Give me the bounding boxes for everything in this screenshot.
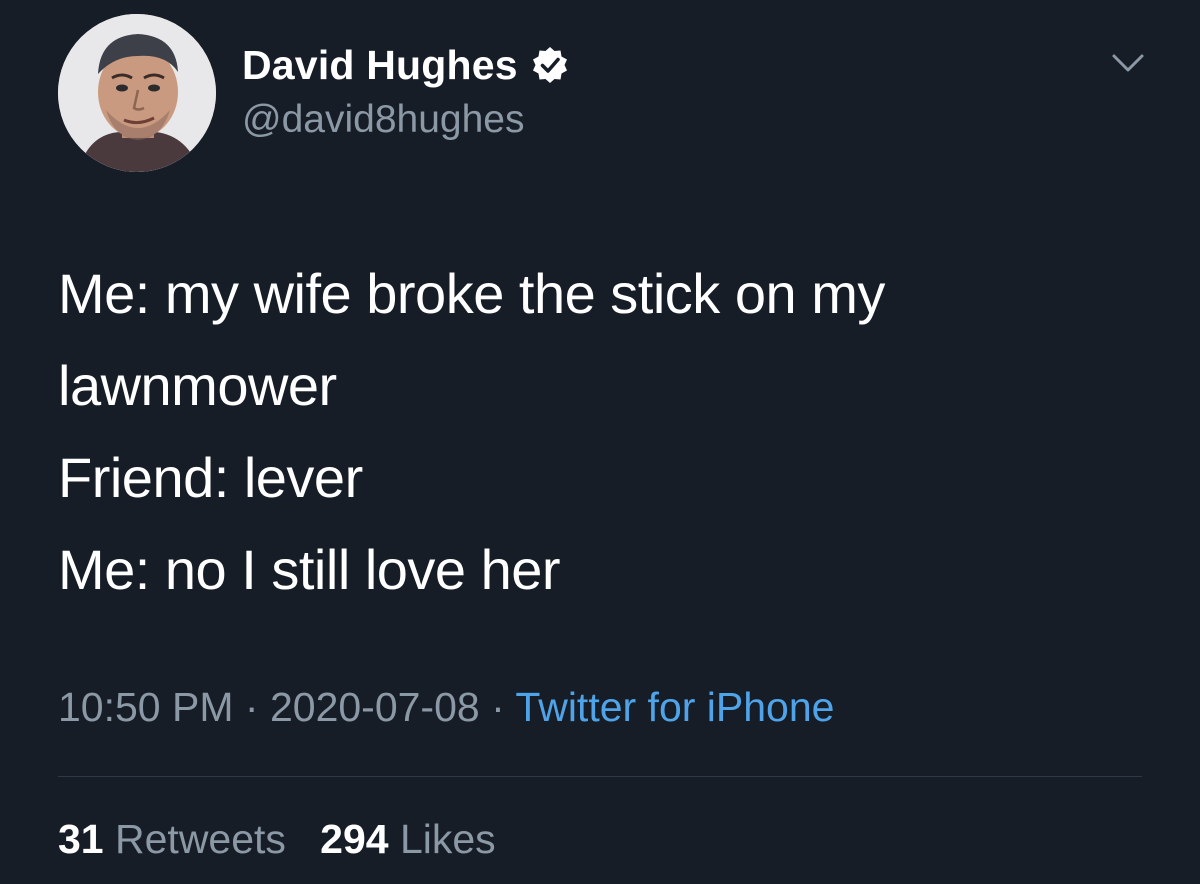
tweet-text: Me: my wife broke the stick on my lawnmo… <box>58 248 1158 616</box>
meta-separator: · <box>244 684 259 730</box>
tweet-text-line: Friend: lever <box>58 446 363 509</box>
tweet-card: David Hughes @david8hughes Me: my wife b… <box>0 0 1200 884</box>
author-avatar[interactable] <box>58 14 216 172</box>
retweets-stat[interactable]: 31 Retweets <box>58 816 297 862</box>
divider <box>58 776 1142 777</box>
chevron-down-icon[interactable] <box>1110 50 1146 76</box>
author-name-row[interactable]: David Hughes <box>242 40 570 90</box>
tweet-meta: 10:50 PM · 2020-07-08 · Twitter for iPho… <box>58 684 834 731</box>
avatar-photo <box>58 14 216 172</box>
author-handle[interactable]: @david8hughes <box>242 98 524 142</box>
verified-badge-icon <box>532 47 567 83</box>
likes-count: 294 <box>320 816 389 862</box>
tweet-time[interactable]: 10:50 PM <box>58 684 234 730</box>
author-display-name[interactable]: David Hughes <box>242 42 518 89</box>
tweet-text-line: Me: my wife broke the stick on my <box>58 262 885 325</box>
likes-stat[interactable]: 294 Likes <box>320 816 496 862</box>
tweet-text-line: Me: no I still love her <box>58 538 561 601</box>
tweet-stats: 31 Retweets 294 Likes <box>58 816 496 863</box>
tweet-text-line: lawnmower <box>58 354 337 417</box>
tweet-date[interactable]: 2020-07-08 <box>270 684 480 730</box>
retweets-count: 31 <box>58 816 104 862</box>
retweets-label: Retweets <box>115 816 286 862</box>
tweet-source-link[interactable]: Twitter for iPhone <box>515 684 834 730</box>
likes-label: Likes <box>399 816 496 862</box>
meta-separator: · <box>491 684 505 730</box>
